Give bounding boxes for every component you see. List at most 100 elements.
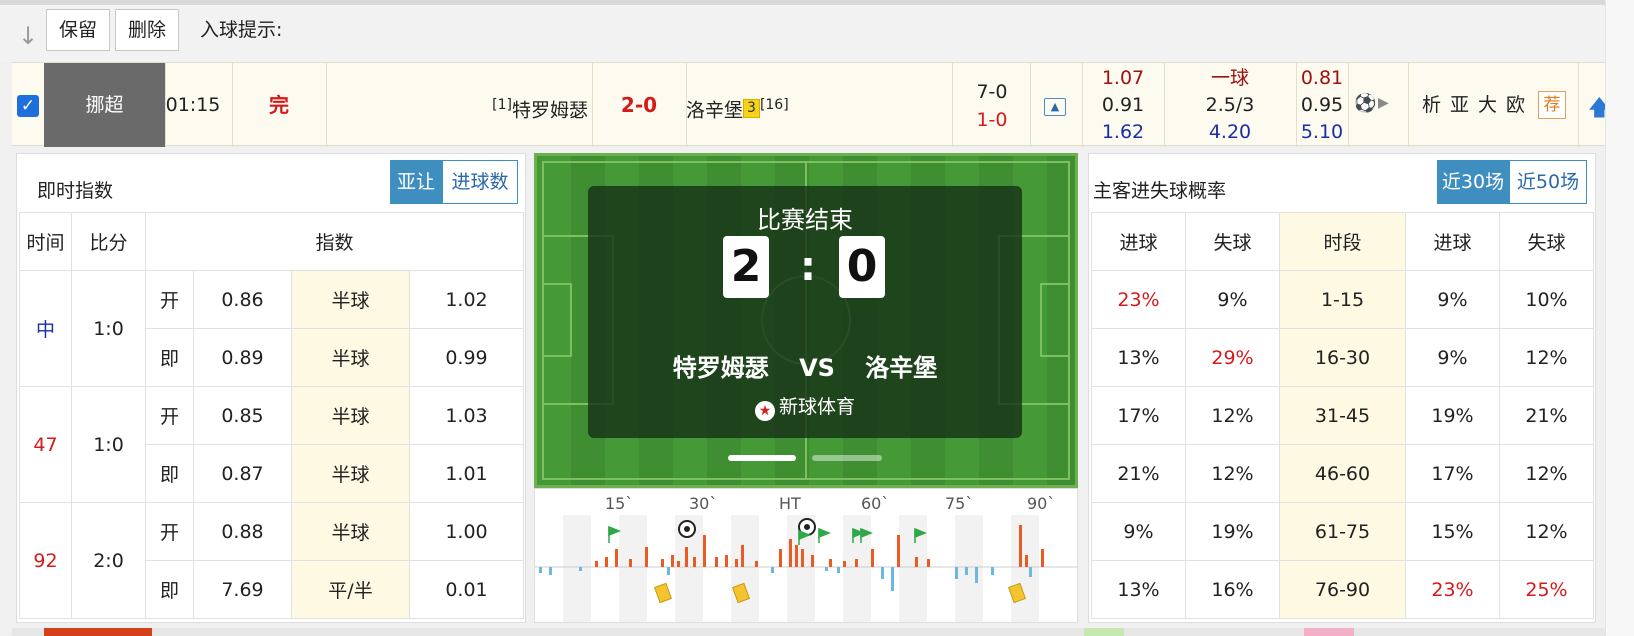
odds-line-column[interactable]: 一球 2.5/3 4.20 bbox=[1164, 65, 1296, 146]
kind-cell: 即 bbox=[145, 328, 194, 387]
brand-logo: ★ 新球体育 bbox=[588, 392, 1022, 421]
european-odds-link[interactable]: 欧 bbox=[1506, 63, 1525, 147]
prob-cell: 17% bbox=[1405, 444, 1500, 503]
league-badge[interactable]: 挪超 bbox=[44, 63, 165, 147]
minute-cell: 47 bbox=[19, 386, 72, 503]
prob-cell: 17% bbox=[1091, 386, 1186, 445]
kind-cell: 开 bbox=[145, 386, 194, 445]
kind-cell: 开 bbox=[145, 270, 194, 329]
live-odds-table: 时间 比分 指数 中 1:0 开 0.86 半球 1.02 即 0.89 半球 … bbox=[19, 212, 525, 619]
tick-label-30: 30` bbox=[689, 494, 718, 513]
match-score[interactable]: 2-0 bbox=[592, 63, 686, 147]
recommend-badge[interactable]: 荐 bbox=[1538, 91, 1566, 119]
keep-button[interactable]: 保留 bbox=[46, 9, 110, 51]
match-checkbox[interactable]: ✓ bbox=[17, 95, 39, 117]
away-rank: [16] bbox=[759, 97, 789, 113]
match-status-text: 比赛结束 bbox=[757, 206, 853, 234]
score-colon: : bbox=[800, 244, 816, 290]
brand-name: 新球体育 bbox=[778, 396, 855, 418]
collapse-chevron-icon[interactable]: ▲ bbox=[1044, 98, 1066, 116]
timeline-events bbox=[535, 515, 1077, 622]
prob-cell: 12% bbox=[1185, 444, 1280, 503]
odds-away-2: 0.95 bbox=[1300, 94, 1344, 116]
home-odds-cell: 0.88 bbox=[193, 502, 292, 561]
live-odds-panel: 即时指数 亚让 进球数 时间 比分 指数 中 1:0 开 0.86 半球 1.0… bbox=[16, 153, 526, 623]
prob-cell: 12% bbox=[1499, 444, 1594, 503]
col-header-score: 比分 bbox=[71, 212, 146, 271]
odds-line-2: 2.5/3 bbox=[1205, 94, 1255, 116]
tab-last-50[interactable]: 近50场 bbox=[1509, 160, 1587, 204]
next-row-marker-green bbox=[1084, 628, 1124, 636]
kind-cell: 即 bbox=[145, 444, 194, 503]
tick-label-75: 75` bbox=[945, 494, 974, 513]
next-league-badge[interactable] bbox=[44, 628, 152, 636]
match-time: 01:15 bbox=[165, 94, 221, 116]
play-triangle-icon[interactable]: ▶ bbox=[1378, 95, 1389, 111]
prob-cell: 10% bbox=[1499, 270, 1594, 329]
away-odds-cell: 1.02 bbox=[408, 270, 525, 329]
odds-away-column[interactable]: 0.81 0.95 5.10 bbox=[1296, 65, 1348, 146]
probability-table: 进球 失球 时段 进球 失球 23% 9% 1-15 9% 10% 13% 29… bbox=[1091, 212, 1594, 619]
away-team-name: 洛辛堡 bbox=[686, 99, 744, 122]
table-row: 21% 12% 46-60 17% 12% bbox=[1091, 444, 1594, 503]
prob-cell: 13% bbox=[1091, 560, 1186, 619]
tick-label-15: 15` bbox=[605, 494, 634, 513]
period-cell: 76-90 bbox=[1279, 560, 1406, 619]
delete-button[interactable]: 删除 bbox=[115, 9, 179, 51]
prob-cell: 16% bbox=[1185, 560, 1280, 619]
prob-cell: 23% bbox=[1091, 270, 1186, 329]
score-cell: 2:0 bbox=[71, 502, 146, 619]
home-rank: [1] bbox=[492, 97, 512, 113]
line-cell: 半球 bbox=[291, 270, 410, 329]
line-cell: 平/半 bbox=[291, 560, 410, 619]
tab-goal-line[interactable]: 进球数 bbox=[442, 160, 518, 204]
odds-home-3: 1.62 bbox=[1101, 121, 1145, 143]
table-row: 中 1:0 开 0.86 半球 1.02 bbox=[19, 270, 525, 387]
arrow-down-icon: ↓ bbox=[18, 22, 39, 50]
match-row[interactable]: ✓ 挪超 01:15 完 [1]特罗姆瑟 2-0 洛辛堡 3 [16] 7-0 1-… bbox=[12, 62, 1611, 147]
prob-cell: 13% bbox=[1091, 328, 1186, 387]
pitch-home-team: 特罗姆瑟 bbox=[672, 354, 769, 382]
halftime-score: 1-0 bbox=[976, 109, 1008, 131]
tick-label-90: 90` bbox=[1027, 494, 1056, 513]
home-odds-cell: 0.87 bbox=[193, 444, 292, 503]
col-header-home-conceded: 失球 bbox=[1185, 212, 1280, 271]
table-row: 13% 29% 16-30 9% 12% bbox=[1091, 328, 1594, 387]
football-icon[interactable]: ⚽ bbox=[1354, 93, 1376, 114]
col-header-away-scored: 进球 bbox=[1405, 212, 1500, 271]
prob-cell: 12% bbox=[1499, 502, 1594, 561]
odds-home-column[interactable]: 1.07 0.91 1.62 bbox=[1082, 65, 1164, 146]
tab-asian-handicap[interactable]: 亚让 bbox=[390, 160, 442, 204]
over-under-link[interactable]: 大 bbox=[1478, 63, 1497, 147]
table-row: 23% 9% 1-15 9% 10% bbox=[1091, 270, 1594, 329]
tick-label-60: 60` bbox=[861, 494, 890, 513]
slide-indicator[interactable] bbox=[812, 455, 882, 461]
tab-last-30[interactable]: 近30场 bbox=[1437, 160, 1509, 204]
slide-indicator-active[interactable] bbox=[728, 455, 796, 461]
odds-away-3: 5.10 bbox=[1300, 121, 1344, 143]
star-ball-icon: ★ bbox=[754, 401, 775, 421]
score-cell: 1:0 bbox=[71, 386, 146, 503]
pitch-away-team: 洛辛堡 bbox=[865, 354, 938, 382]
prob-cell: 9% bbox=[1185, 270, 1280, 329]
line-cell: 半球 bbox=[291, 328, 410, 387]
vs-label: VS bbox=[799, 354, 835, 382]
period-cell: 1-15 bbox=[1279, 270, 1406, 329]
prob-cell: 12% bbox=[1185, 386, 1280, 445]
away-odds-cell: 1.03 bbox=[408, 386, 525, 445]
away-team[interactable]: 洛辛堡 3 [16] bbox=[686, 63, 886, 152]
asian-odds-link[interactable]: 亚 bbox=[1450, 63, 1469, 147]
goal-probability-panel: 主客进失球概率 近30场 近50场 进球 失球 时段 进球 失球 23% 9% … bbox=[1088, 153, 1596, 623]
match-status: 完 bbox=[269, 93, 289, 117]
odds-home-1: 1.07 bbox=[1101, 67, 1145, 89]
right-scroll-gutter[interactable] bbox=[1605, 0, 1634, 636]
analysis-link[interactable]: 析 bbox=[1422, 63, 1441, 147]
match-timeline: 15` 30` HT 60` 75` 90` bbox=[534, 488, 1078, 623]
prob-cell: 9% bbox=[1405, 328, 1500, 387]
score-cell: 1:0 bbox=[71, 270, 146, 387]
tick-label-ht: HT bbox=[779, 494, 801, 513]
live-odds-title: 即时指数 bbox=[37, 180, 114, 202]
table-row: 17% 12% 31-45 19% 21% bbox=[1091, 386, 1594, 445]
odds-away-1: 0.81 bbox=[1300, 67, 1344, 89]
home-team[interactable]: [1]特罗姆瑟 bbox=[326, 63, 592, 152]
